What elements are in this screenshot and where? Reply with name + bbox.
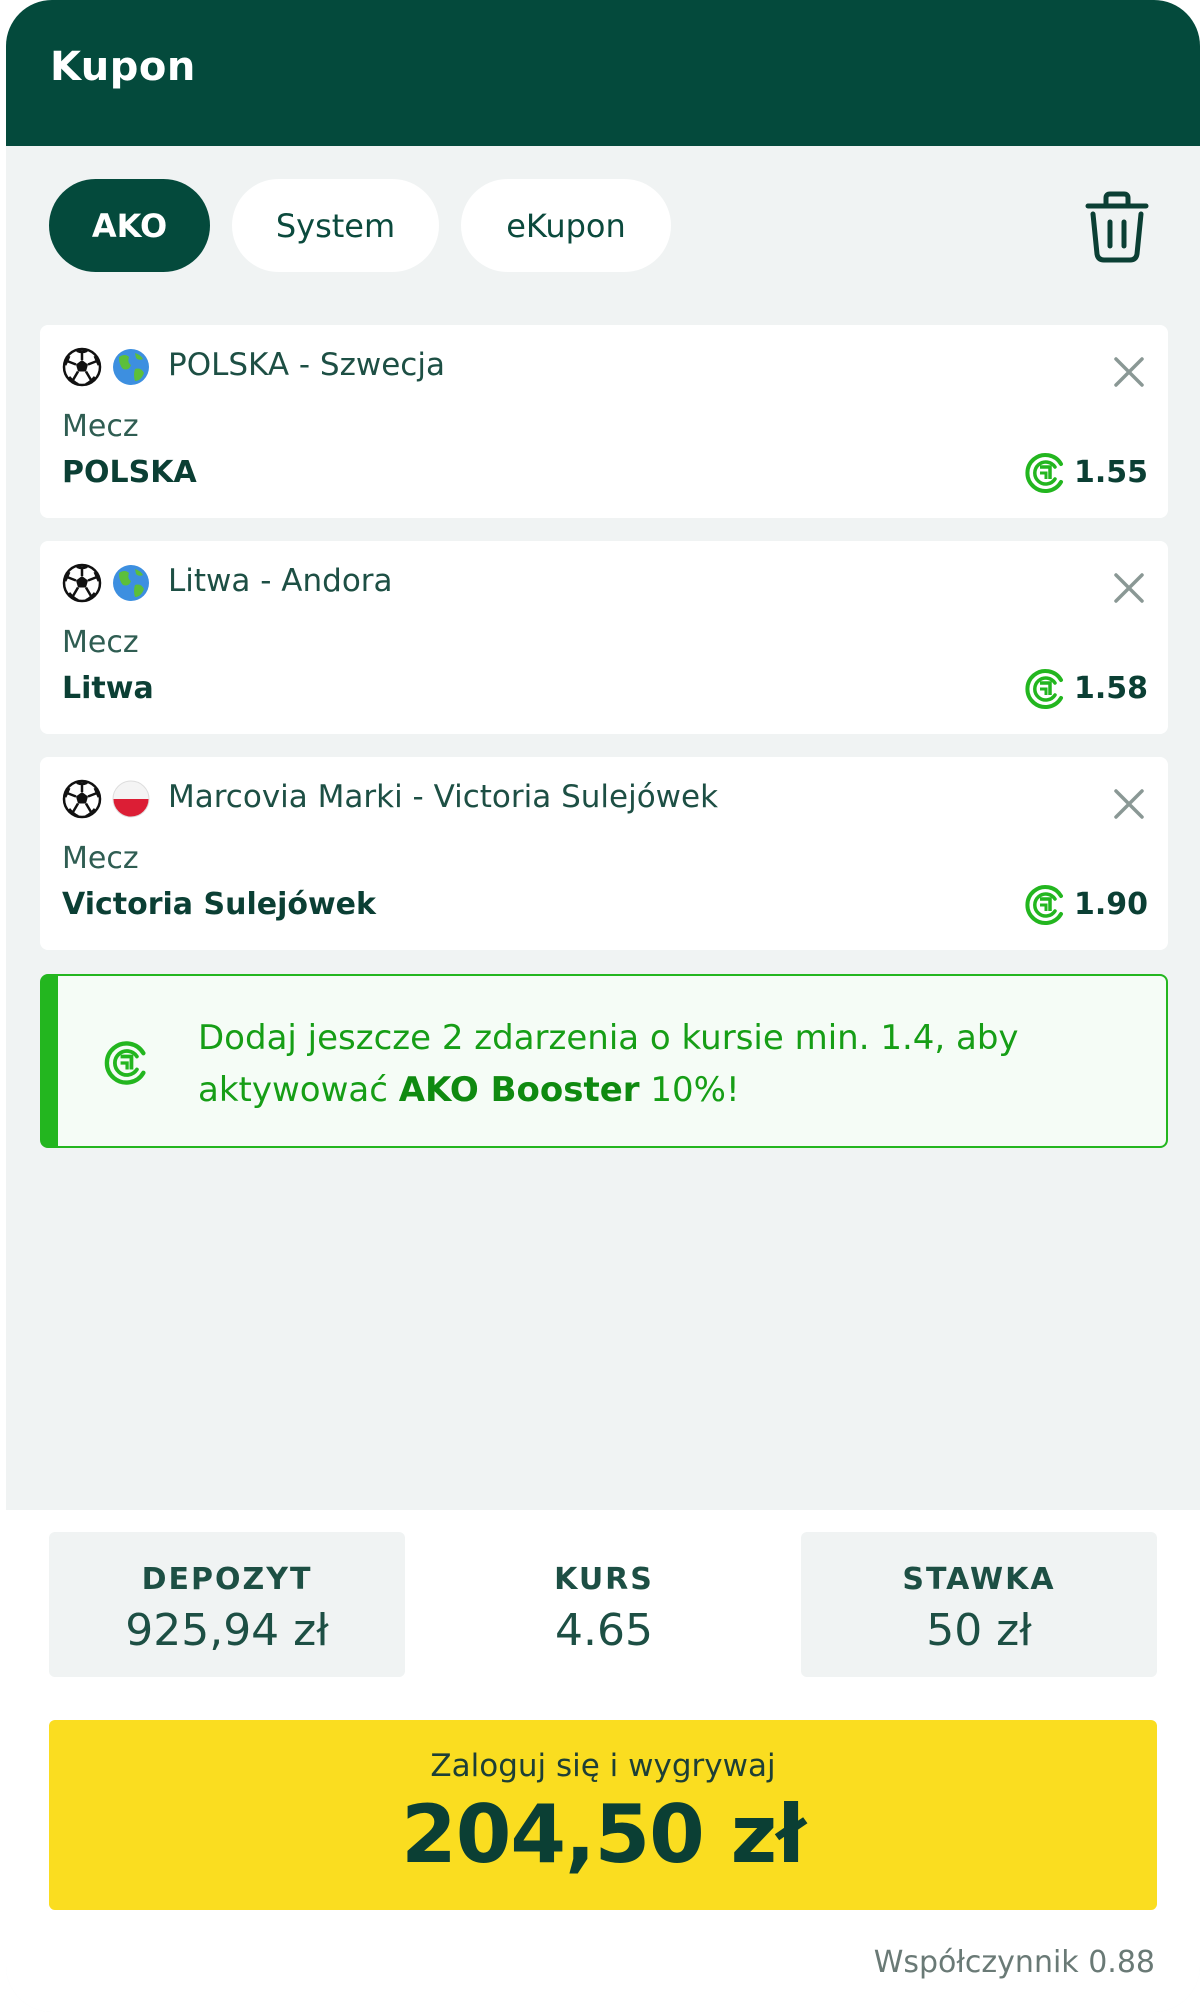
tab-ako[interactable]: AKO [49, 179, 210, 272]
booster-icon [104, 1041, 146, 1085]
selection-card: Litwa - Andora Mecz Litwa 1.58 [40, 541, 1168, 734]
potential-win-amount: 204,50 zł [401, 1788, 806, 1881]
login-and-win-button[interactable]: Zaloguj się i wygrywaj 204,50 zł [49, 1720, 1157, 1910]
cta-label: Zaloguj się i wygrywaj [430, 1748, 776, 1784]
coupon-title: Kupon [50, 44, 196, 90]
booster-message: Dodaj jeszcze 2 zdarzenia o kursie min. … [198, 1018, 1019, 1110]
selected-outcome: Victoria Sulejówek [62, 887, 376, 922]
selection-card: Marcovia Marki - Victoria Sulejówek Mecz… [40, 757, 1168, 950]
match-name: Marcovia Marki - Victoria Sulejówek [168, 779, 719, 815]
deposit-value: 925,94 zł [125, 1605, 329, 1656]
soccer-ball-icon [62, 347, 102, 387]
booster-icon [1025, 453, 1063, 493]
selected-outcome: POLSKA [62, 455, 197, 490]
selection-odds: 1.55 [1073, 455, 1148, 490]
close-icon[interactable] [1110, 785, 1148, 823]
total-odds-value: 4.65 [555, 1605, 653, 1656]
deposit-label: DEPOZYT [141, 1562, 313, 1597]
coupon-header: Kupon [6, 0, 1200, 146]
stake-box[interactable]: STAWKA 50 zł [801, 1532, 1157, 1677]
bet-type-tabs: AKO System eKupon [49, 179, 671, 272]
deposit-box[interactable]: DEPOZYT 925,94 zł [49, 1532, 405, 1677]
poland-flag-icon [112, 780, 150, 818]
globe-icon [113, 349, 149, 385]
odds-label: KURS [554, 1562, 654, 1597]
match-name: POLSKA - Szwecja [168, 347, 445, 383]
close-icon[interactable] [1110, 569, 1148, 607]
globe-icon [113, 565, 149, 601]
coupon-summary: DEPOZYT 925,94 zł KURS 4.65 STAWKA 50 zł… [6, 1510, 1200, 2012]
soccer-ball-icon [62, 779, 102, 819]
close-icon[interactable] [1110, 353, 1148, 391]
trash-icon[interactable] [1084, 190, 1150, 264]
selection-card: POLSKA - Szwecja Mecz POLSKA 1.55 [40, 325, 1168, 518]
total-odds-box: KURS 4.65 [426, 1532, 782, 1677]
tab-ekupon[interactable]: eKupon [461, 179, 671, 272]
stake-value: 50 zł [926, 1605, 1032, 1656]
selection-odds: 1.58 [1073, 671, 1148, 706]
booster-icon [1025, 885, 1063, 925]
ako-booster-banner: Dodaj jeszcze 2 zdarzenia o kursie min. … [40, 974, 1168, 1148]
market-name: Mecz [62, 841, 139, 876]
soccer-ball-icon [62, 563, 102, 603]
coefficient-text: Współczynnik 0.88 [873, 1945, 1155, 1980]
selected-outcome: Litwa [62, 671, 154, 706]
betting-coupon: Kupon AKO System eKupon POLSKA - Szwecja… [6, 0, 1200, 2012]
match-name: Litwa - Andora [168, 563, 393, 599]
booster-icon [1025, 669, 1063, 709]
stake-label: STAWKA [902, 1562, 1056, 1597]
market-name: Mecz [62, 625, 139, 660]
market-name: Mecz [62, 409, 139, 444]
selection-odds: 1.90 [1073, 887, 1148, 922]
tab-system[interactable]: System [232, 179, 439, 272]
